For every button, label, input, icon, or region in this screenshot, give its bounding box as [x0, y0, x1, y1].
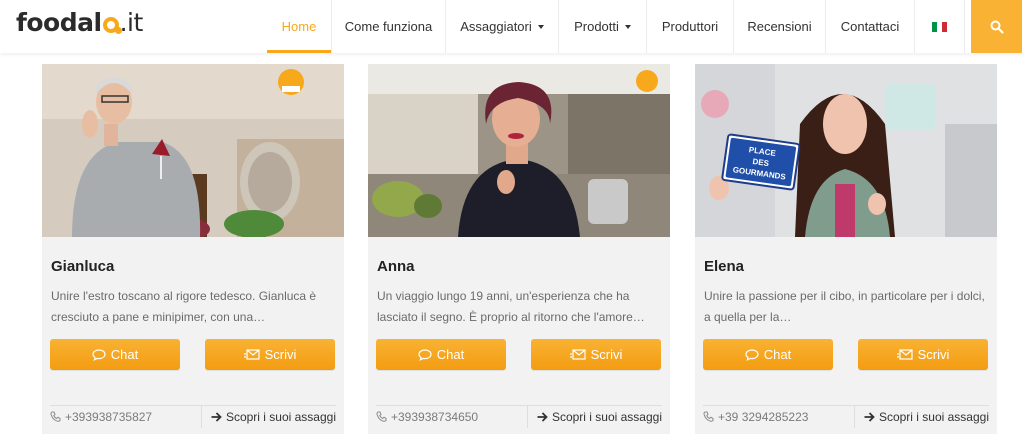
- search-icon: [990, 20, 1004, 34]
- arrow-right-icon: [864, 411, 875, 422]
- write-button[interactable]: Scrivi: [858, 339, 988, 370]
- envelope-icon: [243, 348, 260, 360]
- nav-item-contattaci[interactable]: Contattaci: [826, 0, 915, 53]
- chevron-down-icon: [624, 25, 631, 29]
- search-button[interactable]: [971, 0, 1022, 53]
- chat-button[interactable]: Chat: [376, 339, 506, 370]
- write-button[interactable]: Scrivi: [531, 339, 661, 370]
- chat-button-label: Chat: [436, 347, 465, 362]
- discover-tastings-label: Scopri i suoi assaggi: [551, 409, 662, 424]
- chat-button-label: Chat: [110, 347, 139, 362]
- nav-label: Prodotti: [574, 19, 619, 34]
- taster-name: Gianluca: [51, 258, 115, 275]
- phone-number[interactable]: +393938735827: [50, 405, 202, 428]
- discover-tastings-label: Scopri i suoi assaggi: [225, 409, 336, 424]
- write-button-label: Scrivi: [917, 347, 950, 362]
- nav-item-recensioni[interactable]: Recensioni: [734, 0, 826, 53]
- nav-label: Come funziona: [344, 19, 433, 34]
- taster-card: PLACE DES GOURMANDS Elena Unire la passi…: [695, 64, 997, 434]
- taster-description: Unire l'estro toscano al rigore tedesco.…: [51, 289, 317, 324]
- arrow-right-icon: [537, 411, 548, 422]
- italian-flag-icon: [931, 21, 948, 32]
- write-button[interactable]: Scrivi: [205, 339, 335, 370]
- discover-tastings-link[interactable]: Scopri i suoi assaggi: [855, 406, 989, 428]
- chevron-down-icon: [537, 25, 544, 29]
- envelope-icon: [569, 348, 586, 360]
- taster-description: Un viaggio lungo 19 anni, un'esperienza …: [377, 289, 645, 324]
- card-footer: +393938734650 Scopri i suoi assaggi: [376, 405, 662, 428]
- chat-bubble-icon: [418, 348, 432, 361]
- nav-item-assaggiatori[interactable]: Assaggiatori: [446, 0, 559, 53]
- phone-number[interactable]: +393938734650: [376, 405, 528, 428]
- taster-name: Elena: [704, 258, 745, 275]
- phone-icon: [703, 411, 714, 422]
- discover-tastings-label: Scopri i suoi assaggi: [878, 409, 989, 424]
- discover-tastings-link[interactable]: Scopri i suoi assaggi: [528, 406, 662, 428]
- nav-label: Assaggiatori: [460, 19, 532, 34]
- phone-number-text: +39 3294285223: [718, 409, 809, 424]
- nav-label: Produttori: [661, 19, 719, 34]
- chat-bubble-icon: [745, 348, 759, 361]
- chat-bubble-icon: [92, 348, 106, 361]
- chat-button[interactable]: Chat: [50, 339, 180, 370]
- card-footer: +393938735827 Scopri i suoi assaggi: [50, 405, 336, 428]
- logo-tld: .it: [119, 8, 144, 37]
- phone-icon: [376, 411, 387, 422]
- write-button-label: Scrivi: [264, 347, 297, 362]
- nav-item-prodotti[interactable]: Prodotti: [559, 0, 647, 53]
- nav-label: Home: [281, 19, 317, 34]
- envelope-icon: [896, 348, 913, 360]
- taster-description: Unire la passione per il cibo, in partic…: [704, 289, 985, 324]
- card-footer: +39 3294285223 Scopri i suoi assaggi: [703, 405, 989, 428]
- taster-photo: PLACE DES GOURMANDS: [695, 64, 997, 237]
- write-button-label: Scrivi: [590, 347, 623, 362]
- discover-tastings-link[interactable]: Scopri i suoi assaggi: [202, 406, 336, 428]
- nav-item-home[interactable]: Home: [267, 0, 332, 53]
- main-nav: Home Come funziona Assaggiatori Prodotti…: [267, 0, 965, 53]
- taster-photo: [42, 64, 344, 237]
- logo-text: foodal: [16, 8, 102, 37]
- site-header: foodal .it Home Come funziona Assaggiator…: [0, 0, 1024, 53]
- logo-o-icon: [102, 17, 122, 34]
- taster-name: Anna: [377, 258, 415, 275]
- arrow-right-icon: [211, 411, 222, 422]
- phone-number-text: +393938734650: [391, 409, 479, 424]
- nav-label: Contattaci: [840, 19, 900, 34]
- gourmands-sign: PLACE DES GOURMANDS: [721, 133, 801, 191]
- taster-card: Gianluca Unire l'estro toscano al rigore…: [42, 64, 344, 434]
- taster-card: Anna Un viaggio lungo 19 anni, un'esperi…: [368, 64, 670, 434]
- taster-photo: [368, 64, 670, 237]
- chat-button[interactable]: Chat: [703, 339, 833, 370]
- language-selector[interactable]: [915, 0, 965, 53]
- nav-item-produttori[interactable]: Produttori: [647, 0, 734, 53]
- nav-label: Recensioni: [747, 19, 812, 34]
- phone-number-text: +393938735827: [65, 409, 153, 424]
- nav-item-come-funziona[interactable]: Come funziona: [332, 0, 446, 53]
- phone-number[interactable]: +39 3294285223: [703, 405, 855, 428]
- site-logo[interactable]: foodal .it: [16, 6, 143, 40]
- phone-icon: [50, 411, 61, 422]
- chat-button-label: Chat: [763, 347, 792, 362]
